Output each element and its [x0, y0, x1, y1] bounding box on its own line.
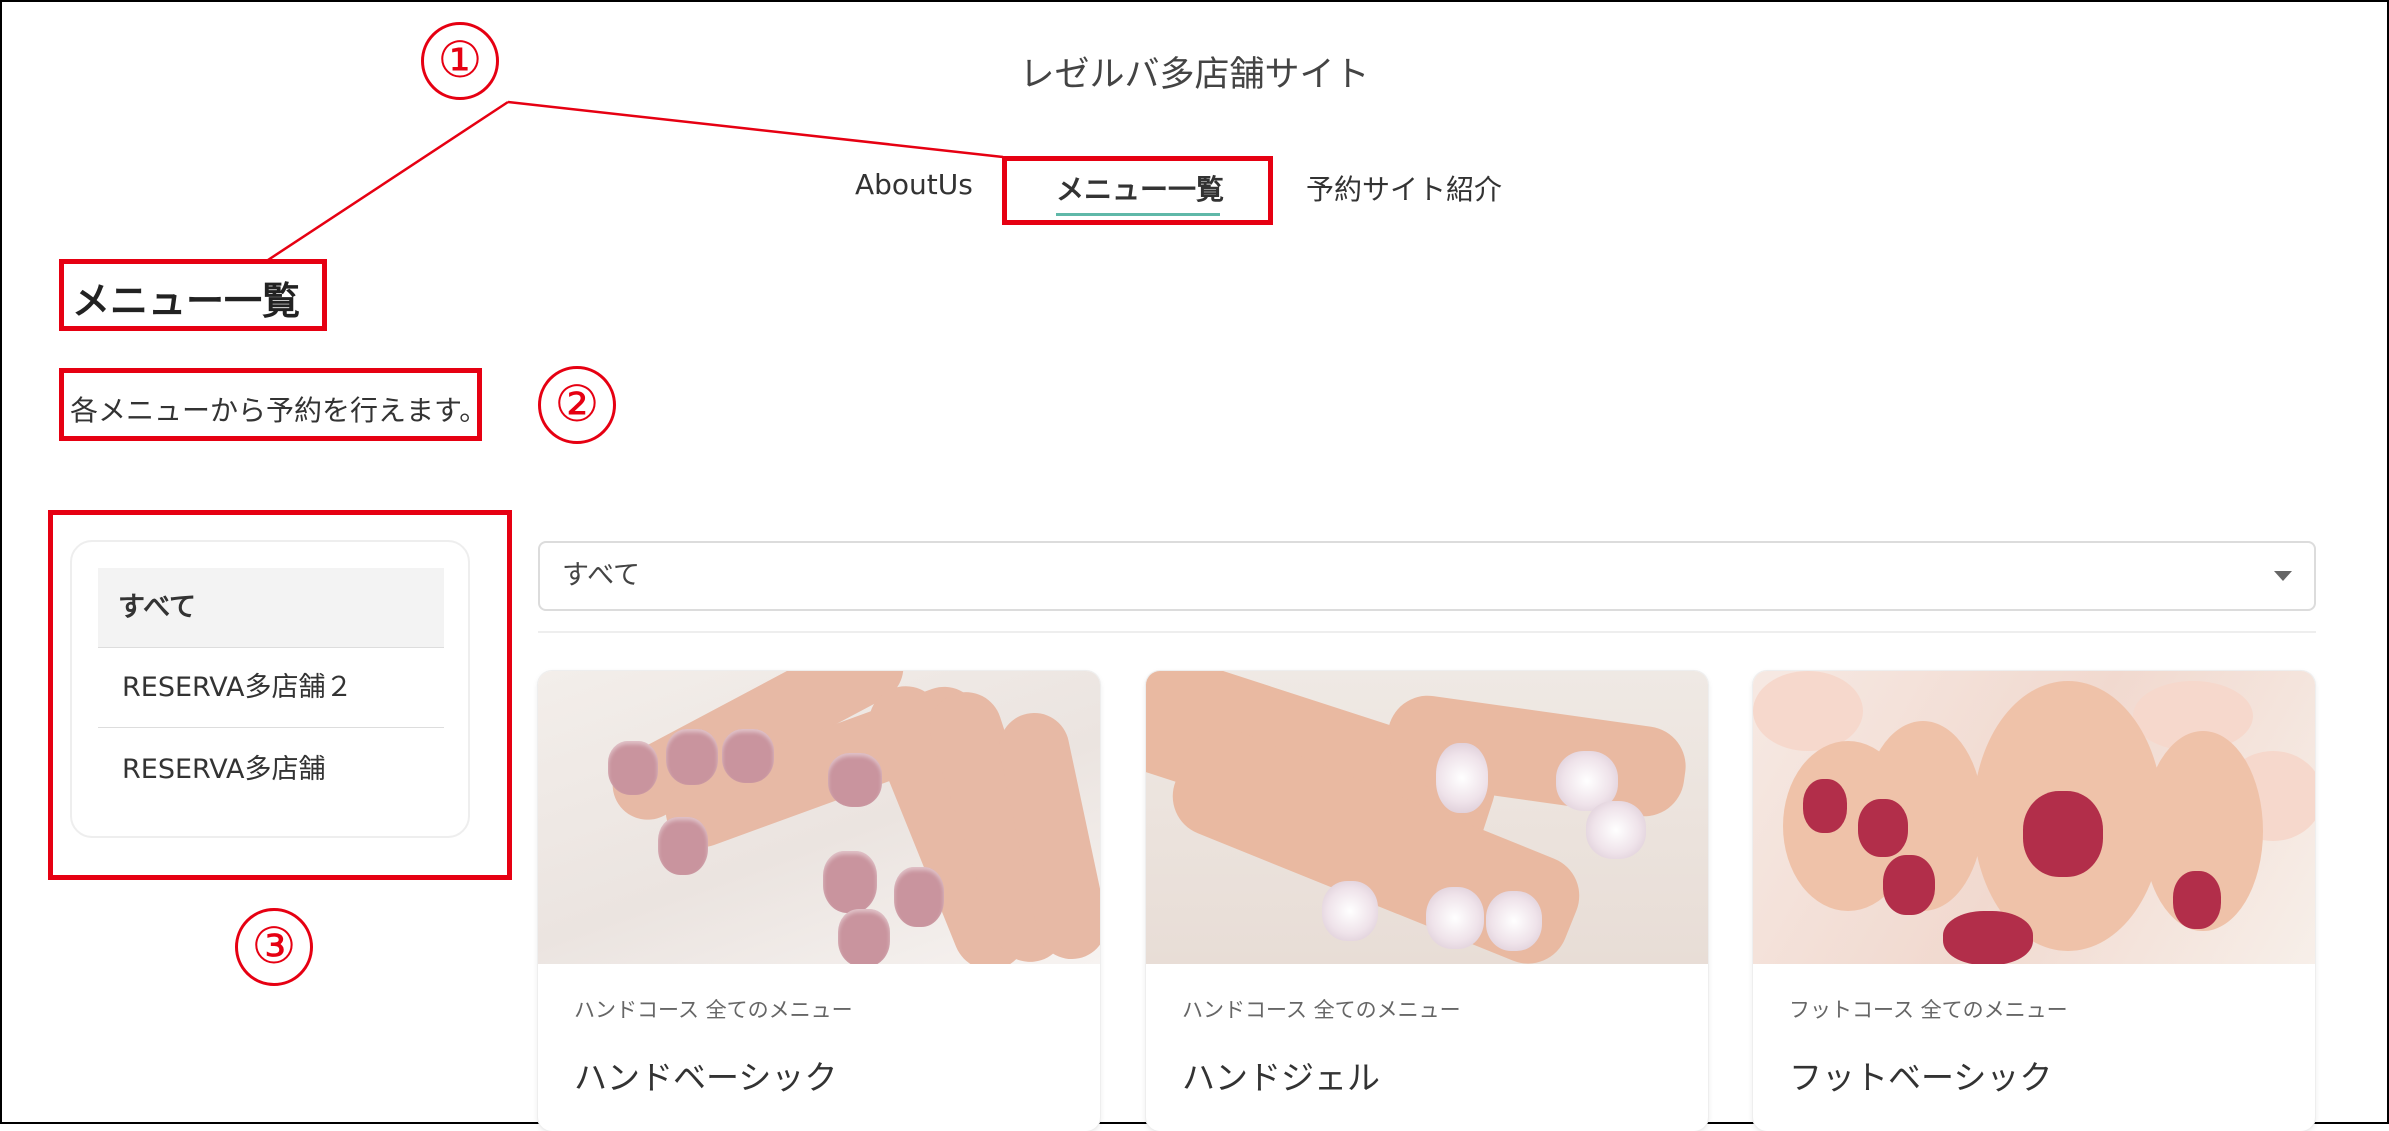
- annotation-box-nav: [1002, 156, 1273, 225]
- annotation-marker-1: ①: [421, 22, 499, 100]
- annotation-box-description: [59, 368, 482, 441]
- annotation-marker-2: ②: [538, 366, 616, 444]
- annotation-box-sidebar: [48, 510, 512, 880]
- annotation-box-heading: [59, 259, 327, 331]
- annotation-marker-3: ③: [235, 908, 313, 986]
